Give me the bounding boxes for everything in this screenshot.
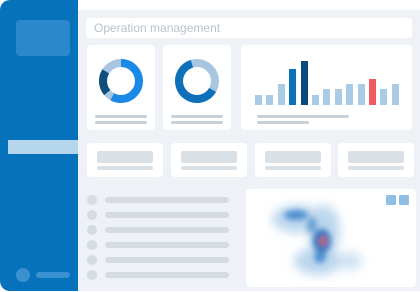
- bar-chart-card: [241, 45, 412, 130]
- stat-card[interactable]: [255, 143, 331, 177]
- stat-placeholder: [97, 151, 153, 163]
- list-item[interactable]: [105, 257, 229, 263]
- stat-placeholder: [348, 151, 404, 163]
- heatmap-view-button[interactable]: [386, 195, 396, 205]
- list-bullet: [87, 240, 97, 250]
- stat-placeholder: [97, 166, 153, 170]
- stat-placeholder: [181, 166, 237, 170]
- card-label-line: [95, 115, 147, 118]
- list-item[interactable]: [105, 272, 229, 278]
- list-bullet: [87, 210, 97, 220]
- card-label-line: [171, 115, 223, 118]
- list-item[interactable]: [105, 197, 229, 203]
- bar: [289, 68, 297, 105]
- logo: [16, 20, 70, 56]
- sidebar-item-active[interactable]: [8, 140, 78, 154]
- stat-card[interactable]: [87, 143, 163, 177]
- stat-placeholder: [181, 151, 237, 163]
- heatmap-view-button[interactable]: [399, 195, 409, 205]
- card-label-line: [171, 121, 223, 124]
- bar: [323, 89, 331, 105]
- list-item[interactable]: [105, 212, 229, 218]
- donut-card-right: [163, 45, 231, 130]
- stat-placeholder: [265, 151, 321, 163]
- card-label-line: [95, 121, 147, 124]
- bar: [255, 94, 262, 105]
- user-name-placeholder: [36, 272, 70, 278]
- app-window: Operation management: [0, 0, 420, 291]
- bar: [300, 61, 308, 105]
- sidebar: [0, 0, 78, 291]
- stat-card[interactable]: [171, 143, 247, 177]
- bar: [312, 94, 319, 105]
- list-bullet: [87, 270, 97, 280]
- bar: [357, 84, 365, 105]
- list-bullet: [87, 225, 97, 235]
- list-item[interactable]: [105, 242, 229, 248]
- bar: [380, 89, 388, 105]
- search-bar[interactable]: Operation management: [86, 18, 412, 38]
- stat-placeholder: [265, 166, 321, 170]
- search-placeholder: Operation management: [94, 21, 221, 35]
- bar: [266, 94, 274, 105]
- donut-card-left: [87, 45, 155, 130]
- bar: [346, 84, 354, 105]
- bar: [334, 89, 342, 105]
- bar-chart: [255, 61, 405, 105]
- stat-placeholder: [348, 166, 404, 170]
- bar: [277, 84, 285, 105]
- card-label-line: [257, 115, 349, 118]
- list-bullet: [87, 255, 97, 265]
- card-label-line: [257, 121, 309, 124]
- stat-card[interactable]: [338, 143, 414, 177]
- list-item[interactable]: [105, 227, 229, 233]
- bar: [369, 79, 376, 105]
- avatar[interactable]: [16, 268, 30, 282]
- list-bullet: [87, 195, 97, 205]
- bar: [391, 84, 399, 105]
